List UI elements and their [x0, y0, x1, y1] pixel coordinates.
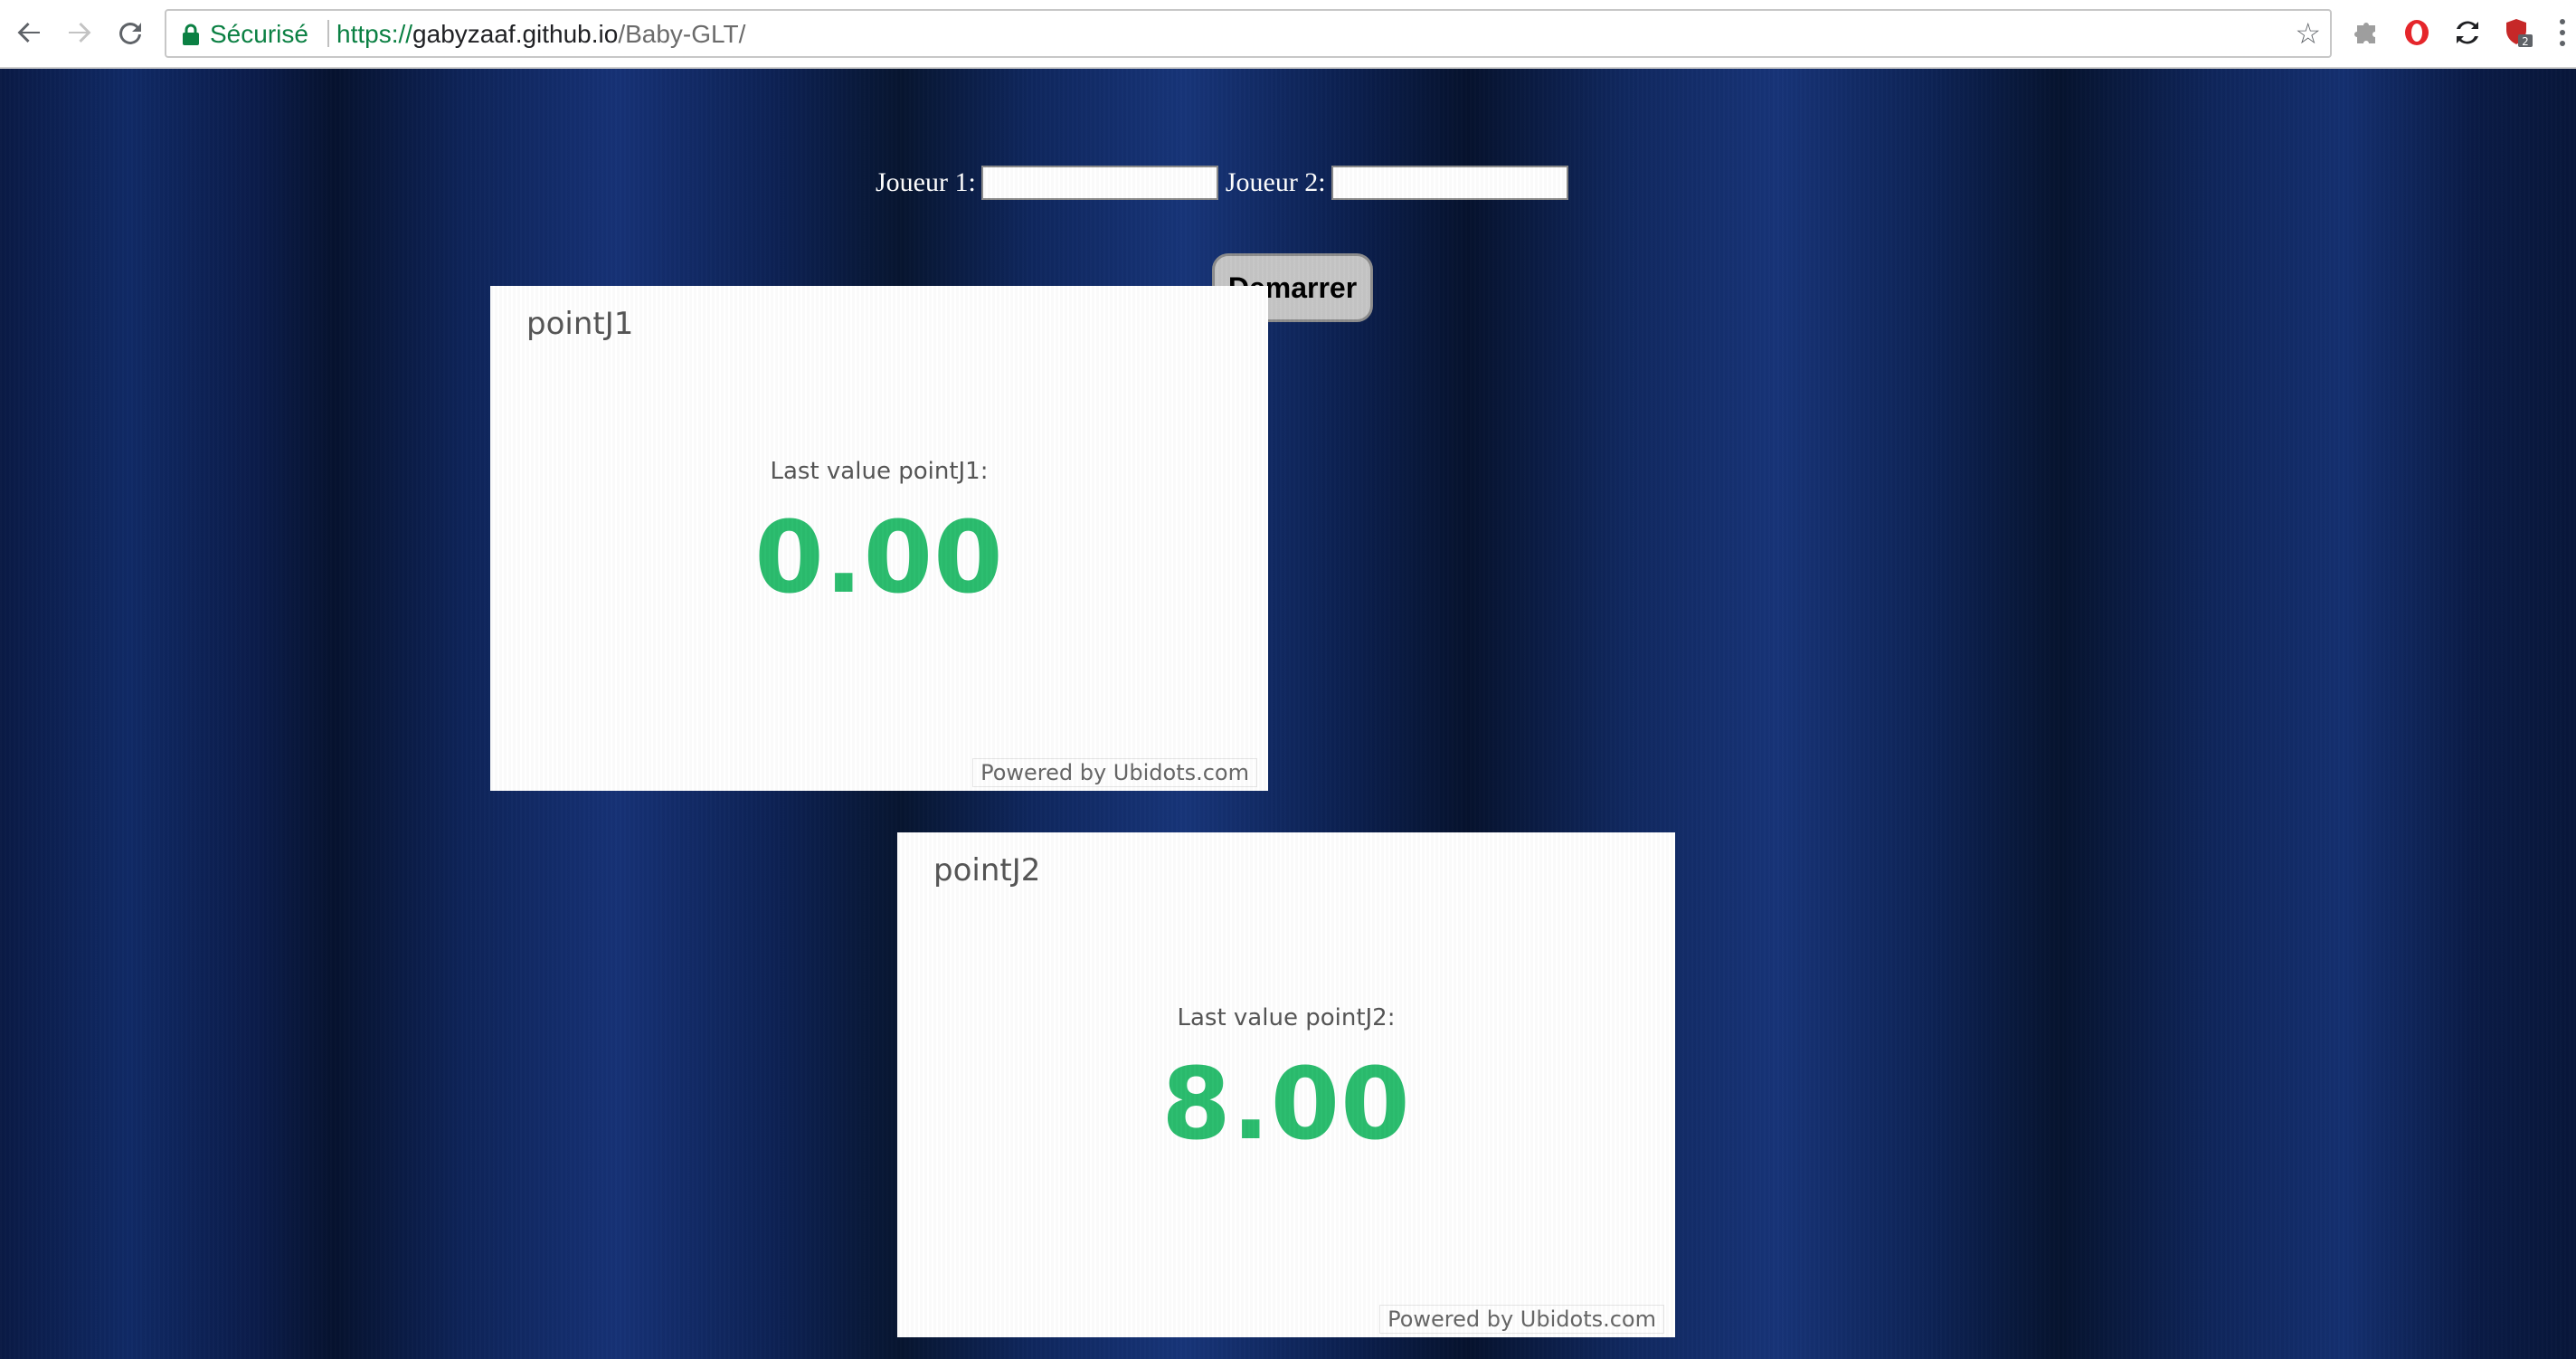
- url-host: gabyzaaf.github.io: [412, 20, 619, 48]
- widget-caption: Last value pointJ2:: [1177, 1004, 1396, 1031]
- player1-input[interactable]: [980, 166, 1218, 200]
- bookmark-star-icon[interactable]: ☆: [2295, 16, 2321, 51]
- powered-by-link[interactable]: Powered by Ubidots.com: [972, 758, 1257, 787]
- widget-value: 8.00: [1161, 1046, 1411, 1162]
- widget-title: pointJ2: [933, 852, 1041, 889]
- widget-title: pointJ1: [526, 306, 634, 342]
- player2-label: Joueur 2:: [1225, 167, 1326, 197]
- url-separator: [327, 20, 329, 47]
- url-scheme: https://: [336, 20, 413, 48]
- url-path: /Baby-GLT/: [618, 20, 746, 48]
- lock-icon: [183, 24, 199, 45]
- page-content: Joueur 1: Joueur 2: Demarrer pointJ1 Las…: [0, 69, 2576, 1359]
- widget-value: 0.00: [754, 499, 1004, 615]
- address-bar[interactable]: Sécurisé https://gabyzaaf.github.io/Baby…: [165, 9, 2332, 58]
- secure-label[interactable]: Sécurisé: [210, 18, 308, 51]
- player1-label: Joueur 1:: [876, 167, 976, 197]
- forward-arrow-icon[interactable]: [63, 16, 96, 49]
- back-arrow-icon[interactable]: [13, 16, 45, 49]
- opera-icon[interactable]: [2401, 16, 2433, 49]
- widget-pointj1: pointJ1 Last value pointJ1: 0.00 Powered…: [490, 286, 1268, 791]
- puzzle-icon[interactable]: [2350, 16, 2382, 49]
- powered-by-link[interactable]: Powered by Ubidots.com: [1379, 1305, 1664, 1334]
- browser-toolbar: Sécurisé https://gabyzaaf.github.io/Baby…: [0, 0, 2576, 69]
- more-vertical-icon[interactable]: [2554, 16, 2571, 49]
- player2-input[interactable]: [1331, 166, 1568, 200]
- extension-badge: 2: [2522, 35, 2529, 48]
- reload-icon[interactable]: [114, 16, 147, 49]
- widget-pointj2: pointJ2 Last value pointJ2: 8.00 Powered…: [897, 832, 1675, 1337]
- player-form: Joueur 1: Joueur 2:: [876, 163, 1576, 203]
- url-text[interactable]: https://gabyzaaf.github.io/Baby-GLT/: [336, 18, 745, 51]
- widget-caption: Last value pointJ1:: [770, 458, 989, 485]
- sync-icon[interactable]: [2451, 16, 2484, 49]
- shield-icon[interactable]: 2: [2502, 16, 2534, 49]
